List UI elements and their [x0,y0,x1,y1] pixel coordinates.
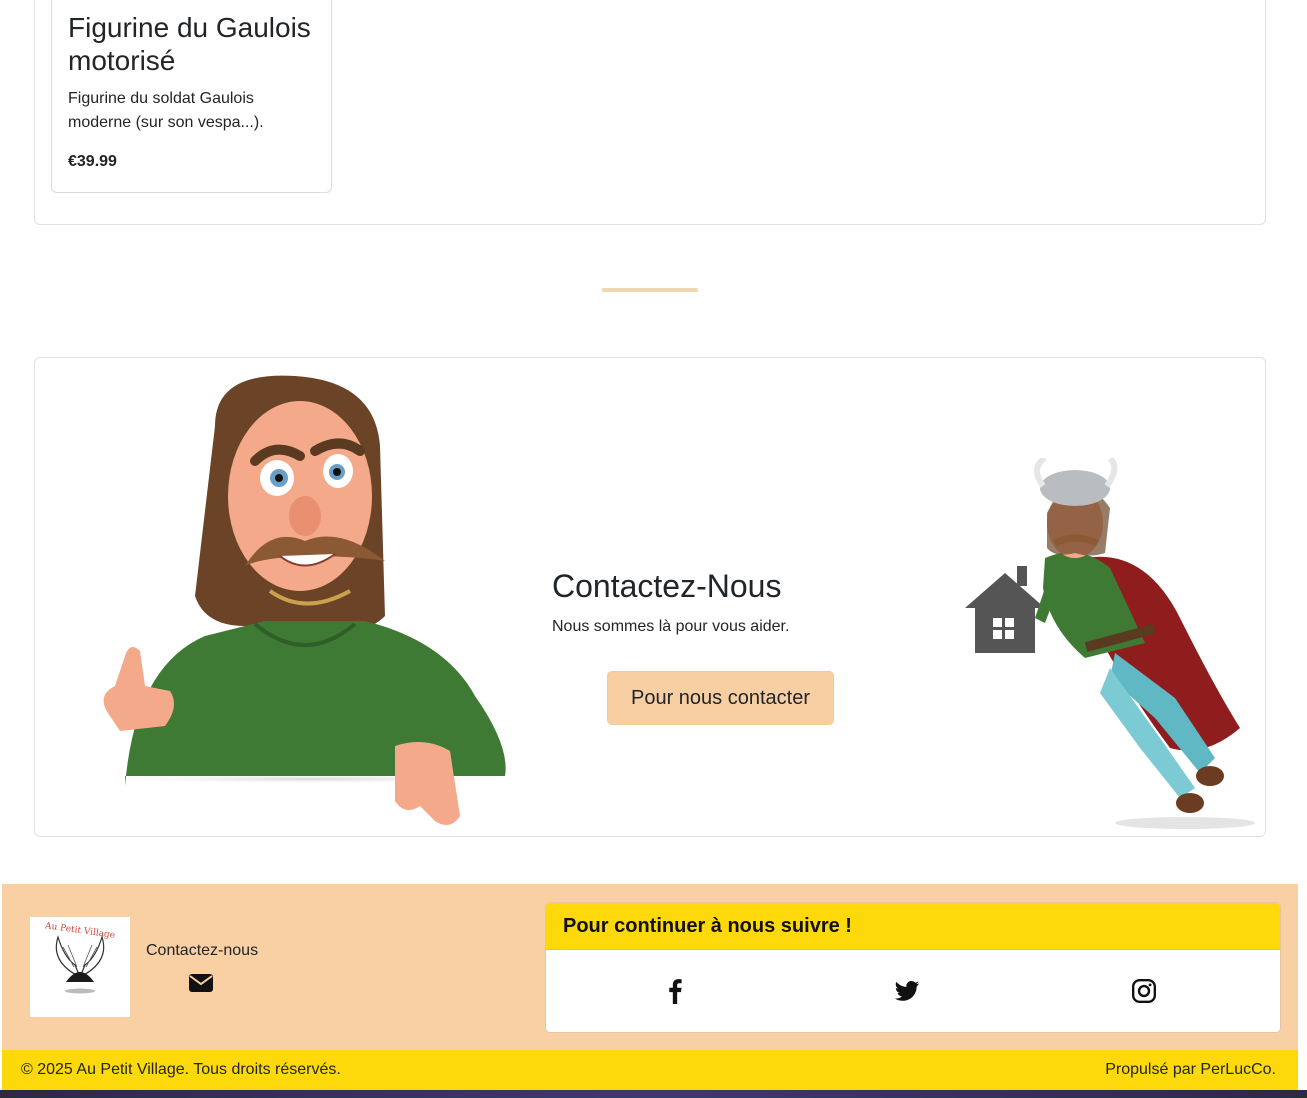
product-description: Figurine du soldat Gaulois moderne (sur … [68,90,264,131]
contact-panel: Contactez-Nous Nous sommes là pour vous … [34,357,1266,837]
envelope-icon[interactable] [189,974,213,992]
powered-by-text: Propulsé par PerLucCo. [1105,1061,1276,1078]
flying-gaul-illustration [965,458,1255,829]
footer-contact-label[interactable]: Contactez-nous [146,942,258,960]
product-price: €39.99 [68,153,117,170]
product-title[interactable]: Figurine du Gaulois motorisé [68,11,328,77]
contact-subtitle: Nous sommes là pour vous aider. [552,618,790,635]
winged-helmet-logo: Au Petit Village [43,921,116,994]
facebook-icon[interactable] [662,978,688,1004]
window-bottom-edge [0,1090,1307,1098]
section-divider [602,288,698,292]
instagram-icon[interactable] [1131,978,1157,1004]
copyright-bar: © 2025 Au Petit Village. Tous droits rés… [2,1050,1298,1090]
svg-text:Au Petit Village: Au Petit Village [43,921,115,941]
copyright-text: © 2025 Au Petit Village. Tous droits rés… [21,1061,341,1078]
contact-title: Contactez-Nous [552,568,782,604]
logo[interactable]: Au Petit Village [30,917,130,1017]
products-panel: Figurine du Gaulois motorisé Figurine du… [34,0,1266,225]
follow-us-card: Pour continuer à nous suivre ! [545,902,1281,1033]
gaul-thumbs-up-illustration [75,375,545,825]
footer: Au Petit Village Contactez-nous Pour con… [2,884,1298,1050]
twitter-icon[interactable] [894,978,920,1004]
follow-us-title: Pour continuer à nous suivre ! [546,903,1280,950]
contact-button[interactable]: Pour nous contacter [607,671,834,725]
product-card[interactable]: Figurine du Gaulois motorisé Figurine du… [51,0,332,193]
